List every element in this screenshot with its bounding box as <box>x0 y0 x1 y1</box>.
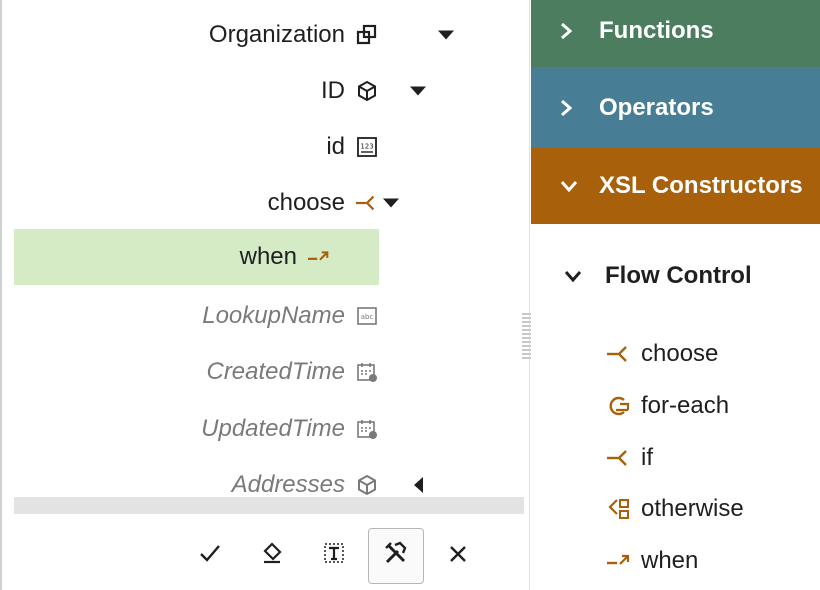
palette-item-label: if <box>641 444 653 471</box>
svg-text:abc: abc <box>361 313 374 321</box>
svg-text:123: 123 <box>360 143 373 151</box>
close-button[interactable] <box>430 528 486 584</box>
palette-item-otherwise[interactable]: otherwise <box>605 489 744 529</box>
for-each-icon <box>605 393 633 419</box>
palette-section-operators[interactable]: Operators <box>531 67 820 148</box>
text-button[interactable] <box>306 528 362 584</box>
palette-item-label: choose <box>641 340 719 367</box>
string-icon: abc <box>355 304 379 328</box>
palette-section-label: Functions <box>599 16 714 44</box>
tree-node-label: Organization <box>208 21 345 48</box>
tree-node-label: ID <box>321 77 345 104</box>
tree-node-label: when <box>239 243 297 270</box>
cube-icon <box>355 473 379 497</box>
expand-caret-icon[interactable] <box>410 86 426 96</box>
palette-section-label: Operators <box>599 93 714 121</box>
tree-node-label: UpdatedTime <box>201 415 345 442</box>
palette-item-label: for-each <box>641 392 730 419</box>
palette-item-label: otherwise <box>641 495 744 522</box>
text-frame-icon <box>322 541 346 572</box>
tree-node-label: id <box>326 133 345 160</box>
close-icon <box>447 541 469 572</box>
collection-icon <box>355 23 379 47</box>
palette-section-functions[interactable]: Functions <box>531 0 820 67</box>
tree-node-label: Addresses <box>231 471 345 498</box>
chevron-right-icon <box>559 21 589 41</box>
chevron-down-icon <box>559 179 589 193</box>
chevron-down-icon <box>563 262 583 290</box>
choose-icon <box>605 341 633 367</box>
datetime-icon <box>355 417 379 441</box>
palette-subsection-label: Flow Control <box>605 262 752 289</box>
otherwise-icon <box>605 496 633 522</box>
cube-icon <box>355 79 379 103</box>
palette-item-label: when <box>641 547 699 574</box>
developer-tools-button[interactable] <box>368 528 424 584</box>
panel-splitter-handle[interactable] <box>522 313 531 361</box>
horizontal-scrollbar[interactable] <box>14 497 524 514</box>
expand-caret-icon[interactable] <box>383 198 399 208</box>
mapper-tree-panel: Organization ID id 123 choose when Looku… <box>0 0 531 590</box>
number-icon: 123 <box>355 135 379 159</box>
tree-node-lookupname[interactable]: LookupName abc <box>14 288 379 344</box>
function-palette-panel: Functions Operators XSL Constructors Flo… <box>531 0 820 590</box>
tree-node-label: choose <box>267 189 345 216</box>
eraser-icon <box>260 541 284 572</box>
tree-node-createdtime[interactable]: CreatedTime <box>14 344 379 400</box>
tree-node-label: CreatedTime <box>206 358 345 385</box>
chevron-right-icon <box>559 98 589 118</box>
when-icon <box>605 548 633 574</box>
clear-button[interactable] <box>244 528 300 584</box>
palette-section-xsl-constructors[interactable]: XSL Constructors <box>531 148 820 224</box>
tree-node-label: LookupName <box>202 302 345 329</box>
tree-node-updatedtime[interactable]: UpdatedTime <box>14 401 379 457</box>
tools-icon <box>383 540 409 573</box>
apply-button[interactable] <box>182 528 238 584</box>
palette-item-if[interactable]: if <box>605 438 653 478</box>
palette-item-choose[interactable]: choose <box>605 334 718 374</box>
tree-node-organization[interactable]: Organization <box>14 7 454 63</box>
expand-caret-icon[interactable] <box>438 30 454 40</box>
palette-subsection-flow-control[interactable]: Flow Control <box>563 256 752 296</box>
tree-node-id-group[interactable]: ID <box>14 63 426 119</box>
palette-item-when[interactable]: when <box>605 541 698 581</box>
mapper-toolbar <box>182 526 512 586</box>
tree-node-choose[interactable]: choose <box>14 175 399 231</box>
when-icon <box>307 245 331 269</box>
if-icon <box>605 445 633 471</box>
tree-node-id[interactable]: id 123 <box>14 119 379 175</box>
check-icon <box>198 541 222 572</box>
palette-section-label: XSL Constructors <box>599 172 803 199</box>
palette-item-for-each[interactable]: for-each <box>605 386 729 426</box>
tree-node-when[interactable]: when <box>14 229 379 285</box>
datetime-icon <box>355 360 379 384</box>
collapse-caret-icon[interactable] <box>414 477 423 493</box>
choose-icon <box>355 191 379 215</box>
